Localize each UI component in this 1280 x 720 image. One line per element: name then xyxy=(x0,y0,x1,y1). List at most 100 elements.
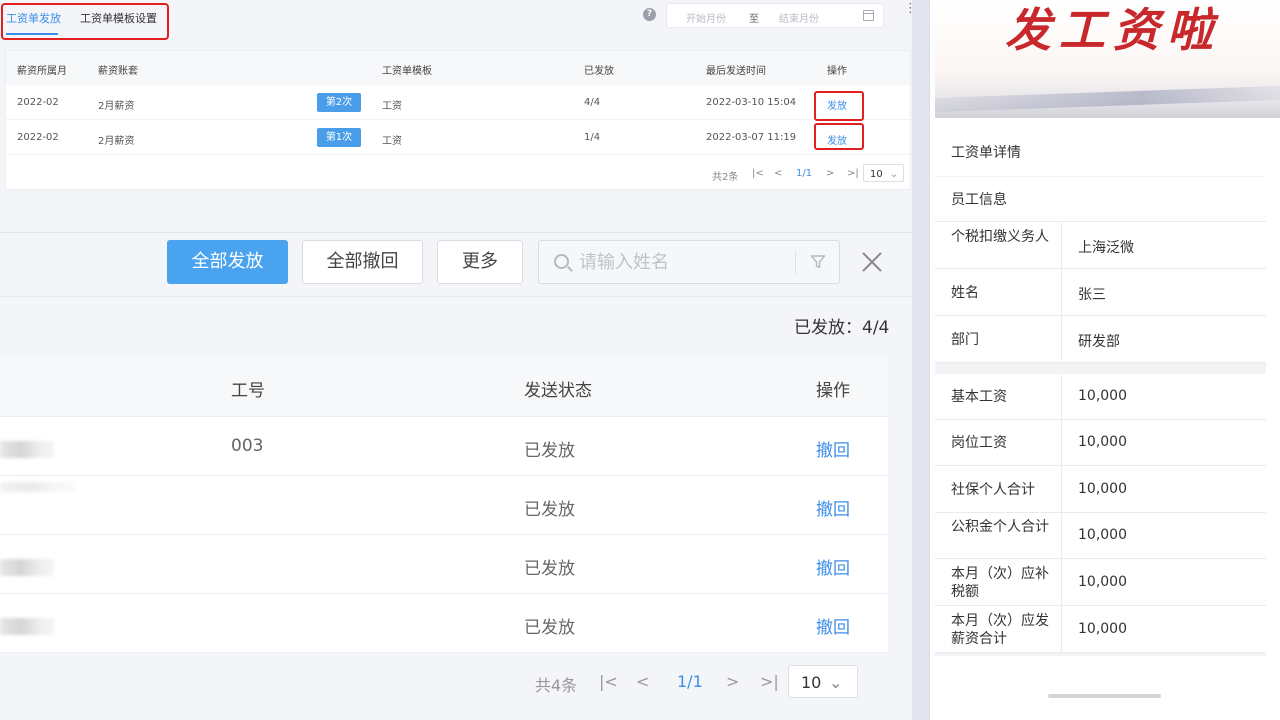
search-box xyxy=(538,240,840,284)
salary-row: 本月（次）应补税额 10,000 xyxy=(935,559,1266,606)
table-row: 已发放 撤回 xyxy=(0,535,888,594)
action-highlight-box xyxy=(814,91,864,121)
page-size-select[interactable]: 10 ⌄ xyxy=(788,665,858,698)
cell-send-status: 已发放 xyxy=(524,500,575,520)
page-size-select[interactable]: 10 ⌄ xyxy=(863,164,904,182)
cell-last-sent: 2022-03-07 11:19 xyxy=(706,132,797,143)
info-value: 张三 xyxy=(1078,287,1106,303)
info-label: 个税扣缴义务人 xyxy=(951,229,1049,245)
table-header: 工号 发送状态 操作 xyxy=(0,357,888,417)
table-row: 2022-02 2月薪资 第1次 工资 1/4 2022-03-07 11:19… xyxy=(6,120,910,155)
info-label: 部门 xyxy=(951,332,979,348)
divider xyxy=(1061,513,1062,558)
cell-sent: 1/4 xyxy=(584,132,601,143)
cell-template: 工资 xyxy=(382,136,402,147)
info-row: 个税扣缴义务人 上海泛微 xyxy=(935,222,1266,269)
end-month-field[interactable]: 结束月份 xyxy=(779,10,819,25)
payday-banner: 发工资啦 xyxy=(935,0,1280,118)
info-value: 研发部 xyxy=(1078,334,1120,350)
salary-label: 岗位工资 xyxy=(951,435,1007,451)
header-last-sent: 最后发送时间 xyxy=(706,66,766,77)
salary-value: 10,000 xyxy=(1078,388,1127,404)
cell-last-sent: 2022-03-10 15:04 xyxy=(706,97,797,108)
start-month-field[interactable]: 开始月份 xyxy=(686,10,726,25)
payslip-detail-title: 工资单详情 xyxy=(951,145,1021,161)
cell-template: 工资 xyxy=(382,101,402,112)
salary-row: 本月（次）应发薪资合计 10,000 xyxy=(935,606,1266,653)
info-row: 姓名 张三 xyxy=(935,269,1266,316)
recall-link[interactable]: 撤回 xyxy=(816,554,850,579)
header-send-status: 发送状态 xyxy=(524,381,592,401)
first-page-icon[interactable]: |< xyxy=(752,168,764,179)
filter-icon[interactable] xyxy=(810,254,826,270)
table-row: 2022-02 2月薪资 第2次 工资 4/4 2022-03-10 15:04… xyxy=(6,85,910,120)
last-page-icon[interactable]: >| xyxy=(847,168,859,179)
info-label: 姓名 xyxy=(951,285,979,301)
blurred-name xyxy=(0,482,76,492)
employee-table: 工号 发送状态 操作 003 已发放 撤回 已发放 撤回 已发放 撤回 已发放 … xyxy=(0,357,888,653)
salary-label: 本月（次）应补税额 xyxy=(951,566,1049,600)
total-count: 共2条 xyxy=(712,172,739,183)
salary-label: 基本工资 xyxy=(951,389,1007,405)
header-template: 工资单模板 xyxy=(382,66,432,77)
next-page-icon[interactable]: > xyxy=(826,168,834,179)
salary-row: 岗位工资 10,000 xyxy=(935,420,1266,466)
salary-label: 本月（次）应发薪资合计 xyxy=(951,613,1049,647)
prev-page-icon[interactable]: < xyxy=(774,168,782,179)
section-title: 员工信息 xyxy=(951,192,1007,208)
close-icon[interactable] xyxy=(860,250,884,274)
chevron-down-icon: ⌄ xyxy=(829,673,843,692)
month-range-picker[interactable]: 开始月份 至 结束月份 xyxy=(666,3,884,28)
divider xyxy=(1061,269,1062,315)
header-sent: 已发放 xyxy=(584,66,614,77)
blurred-name xyxy=(0,618,54,635)
batch-badge: 第1次 xyxy=(317,128,361,147)
cell-sent: 4/4 xyxy=(584,97,601,108)
send-all-button[interactable]: 全部发放 xyxy=(167,240,288,284)
payroll-list-panel: 工资单发放 工资单模板设置 ? 开始月份 至 结束月份 ⋮ 薪资所属月 薪资账套… xyxy=(0,0,917,232)
current-page: 1/1 xyxy=(796,168,813,179)
salary-value: 10,000 xyxy=(1078,434,1127,450)
recall-all-button[interactable]: 全部撤回 xyxy=(302,240,423,284)
calendar-icon xyxy=(863,10,874,21)
more-button[interactable]: 更多 xyxy=(437,240,523,284)
range-separator: 至 xyxy=(749,14,759,25)
banner-text: 发工资啦 xyxy=(1005,3,1221,57)
search-input[interactable] xyxy=(579,250,779,274)
salary-row: 公积金个人合计 10,000 xyxy=(935,513,1266,559)
salary-label: 社保个人合计 xyxy=(951,482,1035,498)
next-page-icon[interactable]: > xyxy=(726,672,739,691)
divider xyxy=(1061,466,1062,512)
salary-value: 10,000 xyxy=(1078,621,1127,637)
payroll-table: 薪资所属月 薪资账套 工资单模板 已发放 最后发送时间 操作 2022-02 2… xyxy=(5,50,911,190)
last-page-icon[interactable]: >| xyxy=(760,672,779,691)
more-vertical-icon[interactable]: ⋮ xyxy=(904,2,917,15)
first-page-icon[interactable]: |< xyxy=(599,672,618,691)
table-header: 薪资所属月 薪资账套 工资单模板 已发放 最后发送时间 操作 xyxy=(6,51,910,85)
header-action: 操作 xyxy=(816,381,850,401)
divider xyxy=(1061,374,1062,419)
home-indicator xyxy=(1048,694,1161,698)
prev-page-icon[interactable]: < xyxy=(636,672,649,691)
section-header: 员工信息 xyxy=(935,177,1266,222)
tabs-highlight-box xyxy=(1,3,169,40)
chevron-down-icon: ⌄ xyxy=(889,169,898,180)
page-size-value: 10 xyxy=(870,169,883,180)
salary-row: 基本工资 10,000 xyxy=(935,374,1266,420)
table-row: 已发放 撤回 xyxy=(0,594,888,653)
divider xyxy=(1061,420,1062,465)
cell-employee-no: 003 xyxy=(231,436,264,456)
cell-send-status: 已发放 xyxy=(524,559,575,579)
help-icon[interactable]: ? xyxy=(643,8,656,21)
divider xyxy=(1061,606,1062,652)
salary-label: 公积金个人合计 xyxy=(951,519,1049,535)
blurred-name xyxy=(0,559,54,576)
recall-link[interactable]: 撤回 xyxy=(816,613,850,638)
recall-link[interactable]: 撤回 xyxy=(816,495,850,520)
blurred-name xyxy=(0,441,54,458)
action-highlight-box xyxy=(814,123,864,150)
recall-link[interactable]: 撤回 xyxy=(816,436,850,461)
divider xyxy=(1061,222,1062,268)
table-row: 003 已发放 撤回 xyxy=(0,417,888,476)
info-row: 部门 研发部 xyxy=(935,316,1266,363)
